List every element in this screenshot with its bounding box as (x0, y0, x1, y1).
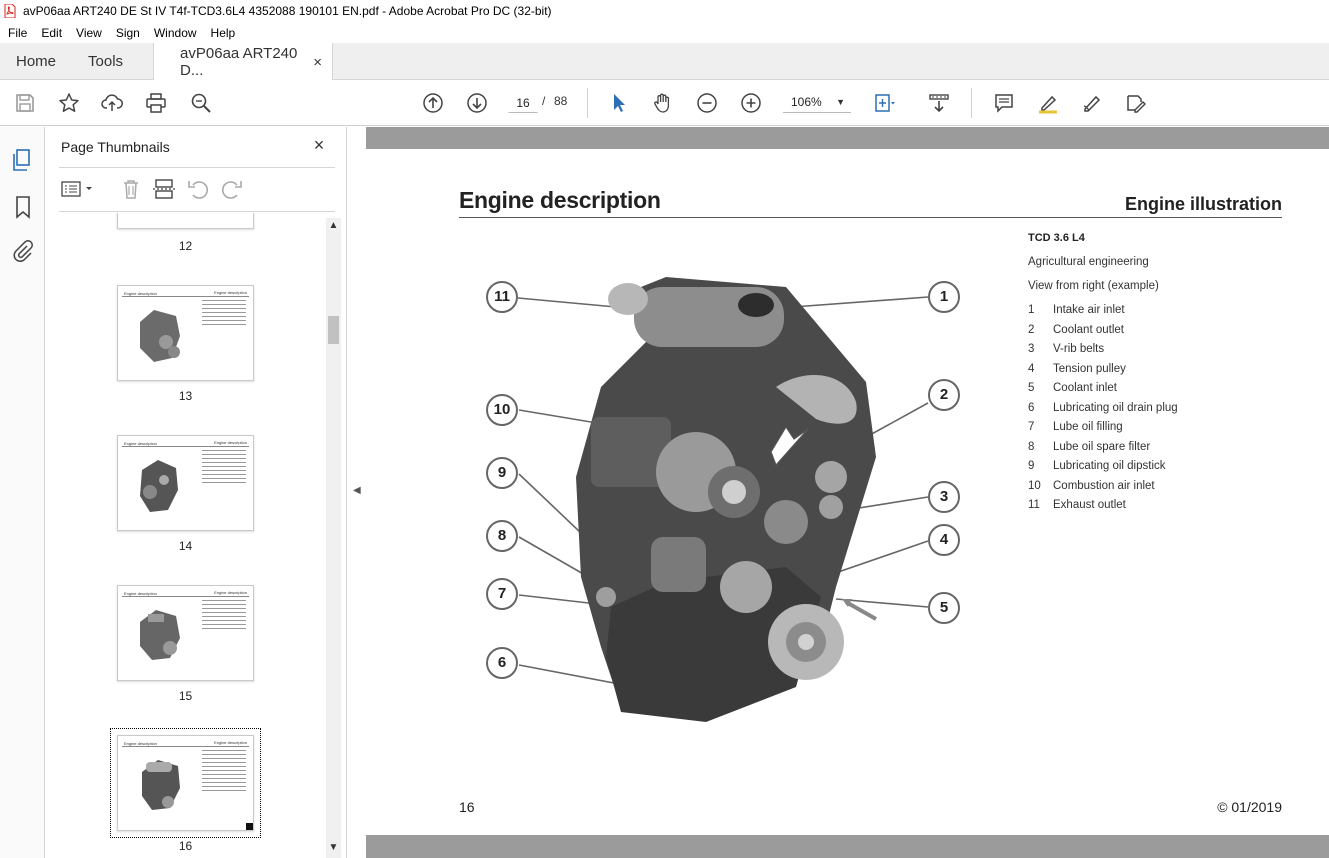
tab-home[interactable]: Home (0, 43, 72, 79)
fit-page-icon[interactable] (872, 91, 896, 115)
draw-pencil-icon[interactable] (1080, 91, 1104, 115)
thumbnail-heading-right: Engine description (214, 590, 247, 595)
thumbnail-label: 15 (178, 689, 193, 703)
thumbnail-page-15[interactable]: Engine description Engine description (117, 585, 254, 681)
thumbnail-heading-right: Engine description (214, 740, 247, 745)
zoom-level-value: 106% (791, 95, 822, 109)
callout-10: 10 (486, 394, 518, 426)
document-view[interactable]: Engine description Engine illustration T… (366, 127, 1329, 858)
rotate-right-icon[interactable] (220, 177, 244, 201)
upload-icon[interactable] (100, 91, 124, 115)
thumbnail-label: 16 (178, 839, 193, 853)
page-total: 88 (554, 94, 568, 108)
callout-2: 2 (928, 379, 960, 411)
pointer-icon[interactable] (607, 91, 631, 115)
magnify-icon[interactable] (189, 91, 213, 115)
page-gap-band (366, 835, 1329, 858)
engine-illustration (517, 277, 929, 722)
close-panel-icon[interactable]: × (309, 135, 329, 155)
scrollbar-thumb[interactable] (328, 316, 339, 344)
thumbnails-scrollbar[interactable]: ▲ ▼ (326, 218, 341, 858)
attachment-icon[interactable] (11, 240, 35, 264)
thumbnail-list[interactable]: 12 Engine description Engine description… (59, 213, 325, 858)
toolbar-divider (587, 88, 588, 118)
highlight-pen-icon[interactable] (1036, 91, 1060, 115)
thumbnail-label: 14 (178, 539, 193, 553)
thumbnail-label: 12 (178, 239, 193, 253)
print-icon[interactable] (144, 91, 168, 115)
tab-document-label: avP06aa ART240 D... (180, 45, 298, 79)
page-footer-number: 16 (459, 799, 475, 815)
scroll-down-icon[interactable]: ▼ (326, 840, 341, 856)
scroll-mode-icon[interactable] (927, 91, 951, 115)
panel-title: Page Thumbnails (61, 139, 170, 155)
page-number-input[interactable]: 16 (508, 91, 538, 113)
fill-sign-icon[interactable] (1124, 91, 1148, 115)
save-icon[interactable] (13, 91, 37, 115)
tab-tools[interactable]: Tools (72, 43, 139, 79)
menu-file[interactable]: File (0, 26, 33, 40)
thumbnail-page-13[interactable]: Engine description Engine description (117, 285, 254, 381)
engine-thumbnail-image (140, 460, 178, 512)
thumbnail-page-14[interactable]: Engine description Engine description (117, 435, 254, 531)
window-title: avP06aa ART240 DE St IV T4f-TCD3.6L4 435… (23, 4, 552, 18)
close-tab-icon[interactable]: × (313, 54, 322, 71)
callout-1: 1 (928, 281, 960, 313)
engine-thumbnail-image (140, 310, 180, 362)
menu-view[interactable]: View (68, 26, 108, 40)
engine-thumbnail-image (142, 760, 180, 810)
arrow-down-circle-icon[interactable] (465, 91, 489, 115)
collapse-left-icon: ◀ (353, 485, 361, 496)
toolbar-divider (971, 88, 972, 118)
thumbnail-page-12[interactable] (117, 213, 254, 229)
thumbnail-heading-right: Engine description (214, 290, 247, 295)
page-thumbnails-icon[interactable] (11, 148, 35, 172)
title-bar: avP06aa ART240 DE St IV T4f-TCD3.6L4 435… (0, 0, 1329, 22)
arrow-up-circle-icon[interactable] (421, 91, 445, 115)
engine-thumbnail-image (140, 610, 180, 660)
callout-6: 6 (486, 647, 518, 679)
delete-page-icon[interactable] (119, 177, 143, 201)
comment-icon[interactable] (992, 91, 1016, 115)
menu-bar: File Edit View Sign Window Help (0, 22, 1329, 43)
thumbnail-page-16[interactable]: Engine description Engine description (110, 728, 261, 838)
acrobat-pdf-icon (4, 3, 16, 19)
zoom-in-icon[interactable] (739, 91, 763, 115)
callout-8: 8 (486, 520, 518, 552)
rotate-left-icon[interactable] (186, 177, 210, 201)
thumbnail-label: 13 (178, 389, 193, 403)
zoom-level-select[interactable]: 106% ▼ (783, 91, 851, 113)
thumbnail-options-icon[interactable] (61, 177, 97, 201)
bookmark-icon[interactable] (11, 195, 35, 219)
chevron-down-icon: ▼ (836, 97, 845, 107)
selection-marker (246, 823, 253, 830)
page-separator: / (542, 94, 546, 108)
menu-window[interactable]: Window (146, 26, 203, 40)
callout-4: 4 (928, 524, 960, 556)
main-toolbar: 16 / 88 106% ▼ (0, 80, 1329, 126)
page-footer-copyright: © 01/2019 (1217, 799, 1282, 815)
panel-divider (59, 211, 335, 212)
star-icon[interactable] (57, 91, 81, 115)
zoom-out-icon[interactable] (695, 91, 719, 115)
thumbnails-panel: Page Thumbnails × 12 Engine description … (45, 127, 347, 858)
menu-sign[interactable]: Sign (108, 26, 146, 40)
menu-edit[interactable]: Edit (33, 26, 68, 40)
callout-3: 3 (928, 481, 960, 513)
callout-11: 11 (486, 281, 518, 313)
callout-5: 5 (928, 592, 960, 624)
hand-icon[interactable] (651, 91, 675, 115)
scroll-up-icon[interactable]: ▲ (326, 218, 341, 234)
callout-7: 7 (486, 578, 518, 610)
extract-pages-icon[interactable] (152, 177, 176, 201)
left-rail (0, 127, 45, 858)
tab-bar: Home Tools avP06aa ART240 D... × (0, 43, 1329, 81)
callout-9: 9 (486, 457, 518, 489)
thumbnail-heading-right: Engine description (214, 440, 247, 445)
panel-collapse-handle[interactable]: ◀ (348, 127, 366, 858)
panel-divider (59, 167, 335, 168)
menu-help[interactable]: Help (203, 26, 242, 40)
tab-document[interactable]: avP06aa ART240 D... × (153, 43, 334, 81)
